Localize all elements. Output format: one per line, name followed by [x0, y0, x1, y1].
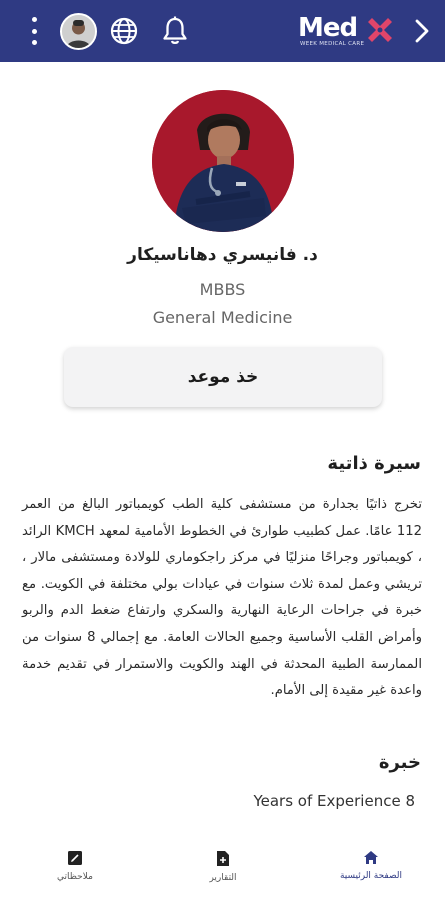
nav-reports-label: التقارير: [209, 873, 237, 883]
globe-icon[interactable]: [109, 16, 139, 46]
doctor-degree: MBBS: [199, 280, 246, 299]
chevron-right-icon[interactable]: [413, 18, 431, 44]
bell-icon[interactable]: [160, 15, 190, 47]
bio-text: تخرج ذاتيًا بجدارة من مستشفى كلية الطب ك…: [22, 497, 422, 699]
nav-my-notes[interactable]: ملاحظاتي: [25, 850, 125, 882]
app-header: Med WEEK MEDICAL CARE: [0, 0, 445, 62]
more-options-icon[interactable]: [24, 17, 44, 45]
report-icon: [217, 851, 229, 866]
doctor-specialty: General Medicine: [152, 308, 293, 327]
user-avatar[interactable]: [60, 13, 97, 50]
doctor-name: د. فانيسري دهاناسيكار: [127, 245, 318, 265]
experience-heading: خبرة: [378, 752, 421, 773]
logo-tagline: WEEK MEDICAL CARE: [300, 41, 365, 47]
notes-icon: [68, 851, 82, 865]
book-appointment-button[interactable]: خذ موعد: [64, 347, 382, 407]
experience-value: Years of Experience 8: [253, 792, 415, 810]
doctor-photo: [152, 90, 294, 232]
nav-reports[interactable]: التقارير: [173, 850, 273, 883]
logo-text: Med: [298, 13, 358, 43]
app-logo: Med WEEK MEDICAL CARE: [298, 12, 402, 52]
nav-my-notes-label: ملاحظاتي: [57, 872, 93, 882]
nav-home-label: الصفحة الرئيسية: [339, 871, 403, 881]
bottom-navigation: ملاحظاتي التقارير الصفحة الرئيسية: [0, 840, 445, 900]
logo-x-mark: [368, 18, 392, 42]
home-icon: [364, 851, 378, 864]
nav-home[interactable]: الصفحة الرئيسية: [321, 850, 421, 881]
bio-heading: سيرة ذاتية: [327, 453, 421, 474]
